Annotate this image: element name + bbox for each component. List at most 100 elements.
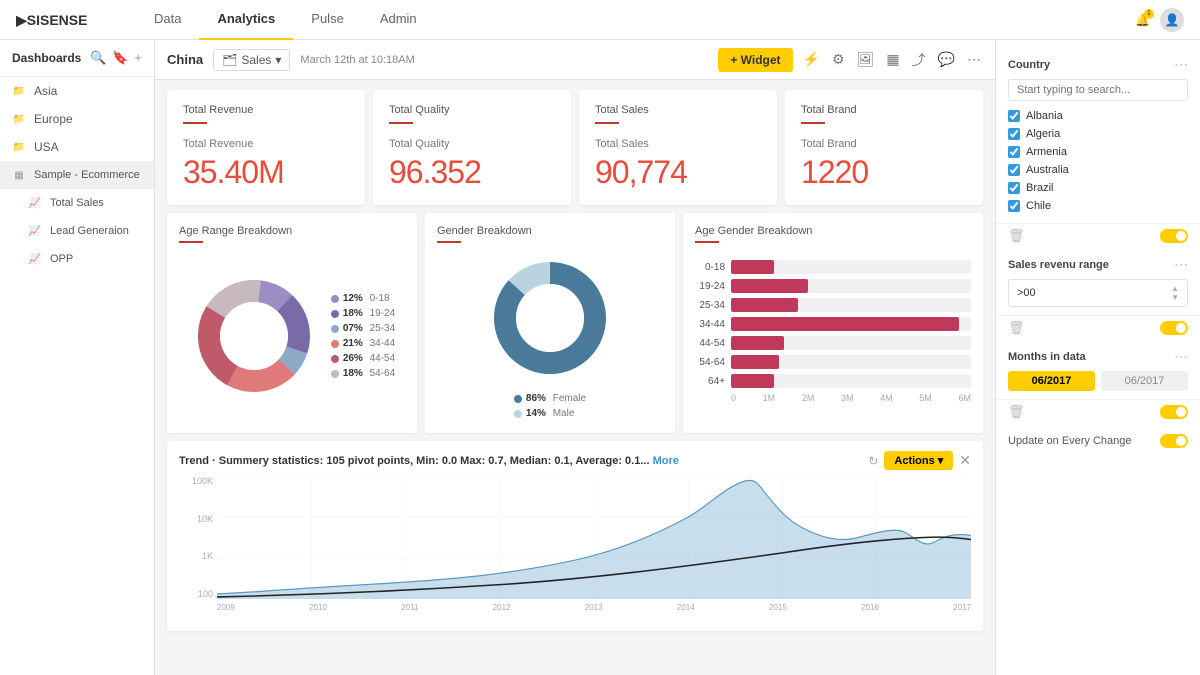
kpi-row: Total Revenue Total Revenue 35.40M Total… [167, 90, 983, 205]
trend-chart-area: 100K 10K 1K 100 [179, 476, 971, 621]
sidebar-title: Dashboards [12, 51, 81, 65]
country-more-btn[interactable]: ⋯ [1174, 56, 1188, 73]
country-toggle[interactable] [1160, 229, 1188, 243]
folder-selector[interactable]: 🗂 Sales ▾ [213, 49, 290, 71]
filter-icon[interactable]: ⚡ [801, 49, 822, 70]
close-button[interactable]: ✕ [959, 452, 971, 469]
trend-x-axis: 200920102011201220132014201520162017 [217, 603, 971, 621]
update-row: Update on Every Change [996, 424, 1200, 458]
sales-range-input[interactable]: >00 ▲▼ [1008, 279, 1188, 307]
country-check-armenia[interactable] [1008, 146, 1020, 158]
months-section: Months in data ⋯ 06/2017 06/2017 [996, 340, 1200, 400]
sidebar-item-sample[interactable]: ▦ Sample - Ecommerce [0, 161, 154, 189]
dashboard-icon: ▦ [12, 168, 26, 182]
trend-svg [217, 476, 971, 599]
folder-icon: 📁 [12, 112, 26, 126]
breadcrumb: China [167, 52, 203, 67]
user-avatar[interactable]: 👤 [1160, 8, 1184, 32]
trash-icon[interactable]: 🗑 [1008, 320, 1025, 336]
country-check-australia[interactable] [1008, 164, 1020, 176]
logo: ▶SISENSE [16, 11, 96, 29]
gender-donut-container: 86% Female 14% Male [437, 251, 663, 421]
folder-icon: 📁 [12, 140, 26, 154]
chart-icon: 📈 [28, 196, 42, 210]
tab-analytics[interactable]: Analytics [199, 0, 293, 40]
more-icon[interactable]: ⋯ [965, 49, 983, 70]
kpi-underline [801, 122, 825, 124]
start-date-btn[interactable]: 06/2017 [1008, 371, 1095, 391]
sidebar-item-opp[interactable]: 📈 OPP [0, 245, 154, 273]
months-toggle[interactable] [1160, 405, 1188, 419]
chart-underline [437, 241, 461, 243]
actions-button[interactable]: Actions ▾ [884, 451, 953, 470]
sales-range-header: Sales revenu range ⋯ [1008, 256, 1188, 273]
main-layout: Dashboards 🔍 🔖 + 📁 Asia 📁 Europe 📁 USA ▦… [0, 40, 1200, 675]
kpi-sales: Total Sales Total Sales 90,774 [579, 90, 777, 205]
add-icon[interactable]: + [134, 50, 142, 66]
country-check-brazil[interactable] [1008, 182, 1020, 194]
tab-data[interactable]: Data [136, 0, 199, 40]
country-check-chile[interactable] [1008, 200, 1020, 212]
sales-range-more-btn[interactable]: ⋯ [1174, 256, 1188, 273]
kpi-quality: Total Quality Total Quality 96.352 [373, 90, 571, 205]
add-widget-button[interactable]: + Widget [718, 48, 792, 72]
sidebar-item-usa[interactable]: 📁 USA [0, 133, 154, 161]
country-check-algeria[interactable] [1008, 128, 1020, 140]
toggle-knob [1176, 231, 1186, 241]
share-icon[interactable]: ⤴ [910, 48, 928, 72]
date-range-row: 06/2017 06/2017 [1008, 371, 1188, 391]
toolbar: China 🗂 Sales ▾ March 12th at 10:18AM + … [155, 40, 995, 80]
trend-title: Trend · Summery statistics: 105 pivot po… [179, 455, 679, 467]
sidebar-item-lead[interactable]: 📈 Lead Generaion [0, 217, 154, 245]
kpi-brand: Total Brand Total Brand 1220 [785, 90, 983, 205]
folder-icon: 📁 [12, 84, 26, 98]
kpi-underline [389, 122, 413, 124]
trash-icon[interactable]: 🗑 [1008, 228, 1025, 244]
nav-tabs: Data Analytics Pulse Admin [136, 0, 1135, 40]
sales-toggle[interactable] [1160, 321, 1188, 335]
svg-text:▶SISENSE: ▶SISENSE [16, 12, 87, 28]
sidebar-item-asia[interactable]: 📁 Asia [0, 77, 154, 105]
chart-icon: 📈 [28, 252, 42, 266]
toolbar-date: March 12th at 10:18AM [300, 54, 708, 66]
trend-action-buttons: ↻ Actions ▾ ✕ [868, 451, 971, 470]
content-area: China 🗂 Sales ▾ March 12th at 10:18AM + … [155, 40, 995, 675]
refresh-button[interactable]: ↻ [868, 454, 878, 468]
chart-underline [695, 241, 719, 243]
sidebar-item-total-sales[interactable]: 📈 Total Sales [0, 189, 154, 217]
months-more-btn[interactable]: ⋯ [1174, 348, 1188, 365]
kpi-revenue: Total Revenue Total Revenue 35.40M [167, 90, 365, 205]
tab-pulse[interactable]: Pulse [293, 0, 362, 40]
sidebar-item-europe[interactable]: 📁 Europe [0, 105, 154, 133]
search-icon[interactable]: 🔍 [90, 50, 106, 66]
trend-more-link[interactable]: More [653, 455, 679, 467]
sidebar: Dashboards 🔍 🔖 + 📁 Asia 📁 Europe 📁 USA ▦… [0, 40, 155, 675]
toggle-knob [1176, 323, 1186, 333]
trend-header: Trend · Summery statistics: 105 pivot po… [179, 451, 971, 470]
image-icon[interactable]: 🖼 [855, 49, 877, 70]
trash-icon[interactable]: 🗑 [1008, 404, 1025, 420]
folder-icon: 🗂 [222, 53, 237, 67]
bell-icon[interactable]: 🔔 1 [1135, 13, 1150, 27]
comment-icon[interactable]: 💬 [936, 49, 957, 70]
range-arrows: ▲▼ [1171, 284, 1179, 302]
sales-range-section: Sales revenu range ⋯ >00 ▲▼ [996, 248, 1200, 316]
tab-admin[interactable]: Admin [362, 0, 435, 40]
chevron-down-icon: ▾ [275, 53, 281, 67]
dashboard: Total Revenue Total Revenue 35.40M Total… [155, 80, 995, 675]
update-toggle[interactable] [1160, 434, 1188, 448]
country-search[interactable] [1008, 79, 1188, 101]
age-gender-chart: Age Gender Breakdown 0-18 19-24 25-34 34… [683, 213, 983, 433]
country-check-albania[interactable] [1008, 110, 1020, 122]
toggle-knob [1176, 407, 1186, 417]
top-nav: ▶SISENSE Data Analytics Pulse Admin 🔔 1 … [0, 0, 1200, 40]
table-icon[interactable]: ▦ [884, 49, 901, 70]
sidebar-icons: 🔍 🔖 + [90, 50, 142, 66]
trend-card: Trend · Summery statistics: 105 pivot po… [167, 441, 983, 631]
age-donut-svg [189, 271, 319, 401]
country-section-header: Country ⋯ [1008, 56, 1188, 73]
sales-filter-controls: 🗑 [996, 316, 1200, 340]
settings-icon[interactable]: ⚙ [830, 49, 847, 70]
end-date-btn[interactable]: 06/2017 [1101, 371, 1188, 391]
bookmark-icon[interactable]: 🔖 [112, 50, 128, 66]
